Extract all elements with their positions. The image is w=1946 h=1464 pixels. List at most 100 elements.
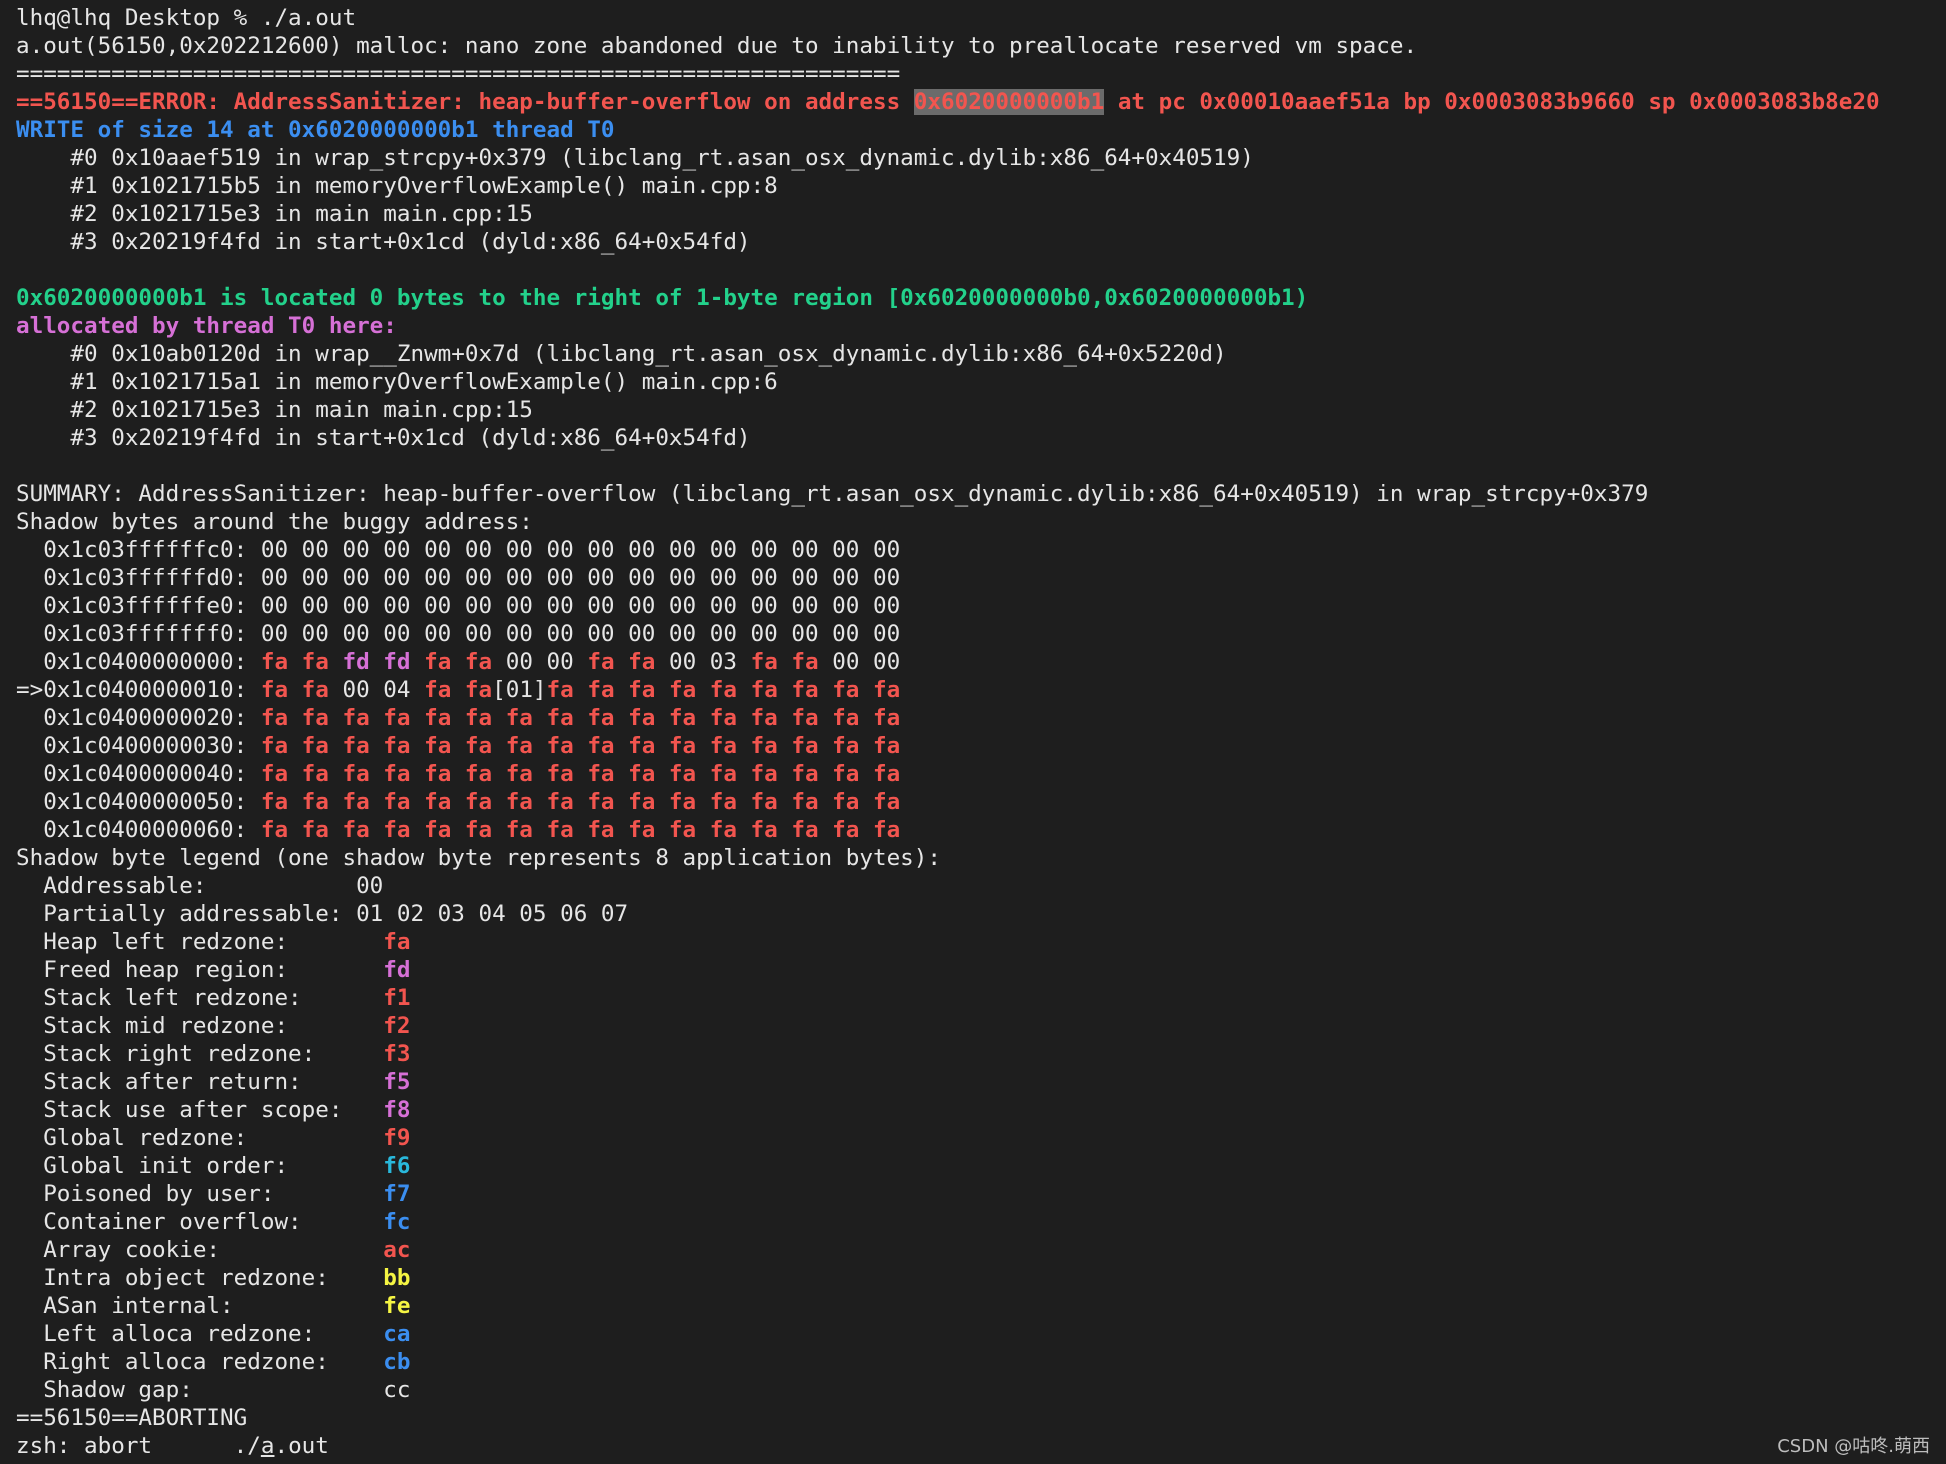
- terminal-text-segment: 0x1c0400000000:: [16, 649, 261, 675]
- terminal-text-segment: ac: [383, 1237, 411, 1263]
- terminal-output[interactable]: lhq@lhq Desktop % ./a.out a.out(56150,0x2…: [16, 4, 1946, 1460]
- terminal-line: 0x1c0400000020: fa fa fa fa fa fa fa fa …: [16, 704, 1946, 732]
- terminal-text-segment: 0x1c0400000050:: [16, 789, 261, 815]
- terminal-text-segment: f3: [383, 1041, 411, 1067]
- terminal-text-segment: fa: [383, 929, 411, 955]
- terminal-line: ========================================…: [16, 60, 1946, 88]
- terminal-line: 0x1c03ffffffc0: 00 00 00 00 00 00 00 00 …: [16, 536, 1946, 564]
- terminal-text-segment: 0x1c03ffffffc0: 00 00 00 00 00 00 00 00 …: [16, 537, 901, 563]
- terminal-line: Heap left redzone: fa: [16, 928, 1946, 956]
- terminal-line: Shadow bytes around the buggy address:: [16, 508, 1946, 536]
- terminal-line: zsh: abort ./a.out: [16, 1432, 1946, 1460]
- terminal-text-segment: WRITE of size 14 at 0x6020000000b1 threa…: [16, 117, 615, 143]
- terminal-text-segment: fa fa fa fa fa fa fa fa fa fa fa fa fa f…: [260, 761, 901, 787]
- terminal-text-segment: Stack left redzone:: [16, 985, 384, 1011]
- terminal-text-segment: Shadow bytes around the buggy address:: [16, 509, 533, 535]
- terminal-line: #3 0x20219f4fd in start+0x1cd (dyld:x86_…: [16, 424, 1946, 452]
- terminal-text-segment: Partially addressable: 01 02 03 04 05 06…: [16, 901, 629, 927]
- terminal-line: #3 0x20219f4fd in start+0x1cd (dyld:x86_…: [16, 228, 1946, 256]
- terminal-text-segment: #2 0x1021715e3 in main main.cpp:15: [16, 201, 533, 227]
- terminal-text-segment: ==56150==ERROR: AddressSanitizer: heap-b…: [16, 89, 914, 115]
- terminal-line: Addressable: 00: [16, 872, 1946, 900]
- terminal-line: 0x1c03ffffffd0: 00 00 00 00 00 00 00 00 …: [16, 564, 1946, 592]
- terminal-text-segment: zsh: abort ./: [16, 1433, 261, 1459]
- terminal-text-segment: fc: [383, 1209, 411, 1235]
- terminal-text-segment: #2 0x1021715e3 in main main.cpp:15: [16, 397, 533, 423]
- terminal-text-segment: #0 0x10ab0120d in wrap__Znwm+0x7d (libcl…: [16, 341, 1227, 367]
- terminal-text-segment: 00 00: [832, 649, 901, 675]
- terminal-line: Poisoned by user: f7: [16, 1180, 1946, 1208]
- terminal-line: #1 0x1021715b5 in memoryOverflowExample(…: [16, 172, 1946, 200]
- terminal-text-segment: 0x1c0400000030:: [16, 733, 261, 759]
- terminal-line: Freed heap region: fd: [16, 956, 1946, 984]
- terminal-text-segment: 0x1c03ffffffe0: 00 00 00 00 00 00 00 00 …: [16, 593, 901, 619]
- terminal-text-segment: fa fa: [424, 677, 493, 703]
- terminal-text-segment: f6: [383, 1153, 411, 1179]
- terminal-text-segment: fe: [383, 1293, 411, 1319]
- terminal-text-segment: ASan internal:: [16, 1293, 384, 1319]
- terminal-line: 0x1c0400000060: fa fa fa fa fa fa fa fa …: [16, 816, 1946, 844]
- terminal-line: Array cookie: ac: [16, 1236, 1946, 1264]
- terminal-text-segment: #1 0x1021715a1 in memoryOverflowExample(…: [16, 369, 778, 395]
- terminal-text-segment: Addressable: 00: [16, 873, 384, 899]
- terminal-line: Stack after return: f5: [16, 1068, 1946, 1096]
- terminal-line: 0x1c0400000050: fa fa fa fa fa fa fa fa …: [16, 788, 1946, 816]
- terminal-line: ASan internal: fe: [16, 1292, 1946, 1320]
- terminal-line: allocated by thread T0 here:: [16, 312, 1946, 340]
- terminal-text-segment: 0x1c0400000020:: [16, 705, 261, 731]
- terminal-text-segment: 00 04: [342, 677, 425, 703]
- terminal-text-segment: 0x1c03fffffff0: 00 00 00 00 00 00 00 00 …: [16, 621, 901, 647]
- terminal-text-segment: Stack right redzone:: [16, 1041, 384, 1067]
- terminal-text-segment: 0x1c0400000060:: [16, 817, 261, 843]
- terminal-text-segment: at pc 0x00010aaef51a bp 0x0003083b9660 s…: [1104, 89, 1880, 115]
- terminal-text-segment: #0 0x10aaef519 in wrap_strcpy+0x379 (lib…: [16, 145, 1254, 171]
- terminal-text-segment: 0x1c0400000040:: [16, 761, 261, 787]
- terminal-text-segment: 0x6020000000b1 is located 0 bytes to the…: [16, 285, 1309, 311]
- terminal-text-segment: Container overflow:: [16, 1209, 384, 1235]
- terminal-line: Left alloca redzone: ca: [16, 1320, 1946, 1348]
- terminal-text-segment: lhq@lhq Desktop % ./a.out: [16, 5, 357, 31]
- terminal-text-segment: 0x6020000000b1: [913, 89, 1105, 115]
- terminal-text-segment: .out: [274, 1433, 329, 1459]
- terminal-line: #0 0x10aaef519 in wrap_strcpy+0x379 (lib…: [16, 144, 1946, 172]
- terminal-text-segment: [01]: [492, 677, 547, 703]
- terminal-text-segment: Stack after return:: [16, 1069, 384, 1095]
- terminal-line: 0x1c0400000030: fa fa fa fa fa fa fa fa …: [16, 732, 1946, 760]
- terminal-text-segment: Stack use after scope:: [16, 1097, 384, 1123]
- terminal-text-segment: a.out(56150,0x202212600) malloc: nano zo…: [16, 33, 1418, 59]
- terminal-text-segment: fa fa: [424, 649, 506, 675]
- terminal-text-segment: Global init order:: [16, 1153, 384, 1179]
- terminal-line: =>0x1c0400000010: fa fa 00 04 fa fa[01]f…: [16, 676, 1946, 704]
- terminal-line: 0x1c03ffffffe0: 00 00 00 00 00 00 00 00 …: [16, 592, 1946, 620]
- terminal-text-segment: Shadow gap: cc: [16, 1377, 411, 1403]
- terminal-text-segment: ca: [383, 1321, 411, 1347]
- terminal-line: #1 0x1021715a1 in memoryOverflowExample(…: [16, 368, 1946, 396]
- terminal-text-segment: #3 0x20219f4fd in start+0x1cd (dyld:x86_…: [16, 229, 751, 255]
- terminal-line: Global redzone: f9: [16, 1124, 1946, 1152]
- terminal-text-segment: a: [260, 1433, 275, 1459]
- terminal-line: 0x1c03fffffff0: 00 00 00 00 00 00 00 00 …: [16, 620, 1946, 648]
- terminal-line: Stack mid redzone: f2: [16, 1012, 1946, 1040]
- terminal-text-segment: fa fa: [260, 677, 343, 703]
- terminal-line: 0x1c0400000000: fa fa fd fd fa fa 00 00 …: [16, 648, 1946, 676]
- terminal-line: Shadow gap: cc: [16, 1376, 1946, 1404]
- terminal-text-segment: 0x1c03ffffffd0: 00 00 00 00 00 00 00 00 …: [16, 565, 901, 591]
- terminal-text-segment: fa fa fa fa fa fa fa fa fa fa fa fa fa f…: [260, 705, 901, 731]
- terminal-text-segment: fa fa fa fa fa fa fa fa fa fa fa fa fa f…: [260, 733, 901, 759]
- terminal-line: 0x6020000000b1 is located 0 bytes to the…: [16, 284, 1946, 312]
- terminal-line: Right alloca redzone: cb: [16, 1348, 1946, 1376]
- terminal-line: Intra object redzone: bb: [16, 1264, 1946, 1292]
- terminal-text-segment: ==56150==ABORTING: [16, 1405, 248, 1431]
- terminal-text-segment: 00 03: [668, 649, 751, 675]
- terminal-text-segment: Left alloca redzone:: [16, 1321, 384, 1347]
- terminal-text-segment: Intra object redzone:: [16, 1265, 384, 1291]
- terminal-text-segment: Heap left redzone:: [16, 929, 384, 955]
- terminal-text-segment: allocated by thread T0 here:: [16, 313, 397, 339]
- terminal-text-segment: bb: [383, 1265, 411, 1291]
- terminal-text-segment: f8: [383, 1097, 411, 1123]
- terminal-text-segment: Stack mid redzone:: [16, 1013, 384, 1039]
- terminal-line: Container overflow: fc: [16, 1208, 1946, 1236]
- terminal-line: 0x1c0400000040: fa fa fa fa fa fa fa fa …: [16, 760, 1946, 788]
